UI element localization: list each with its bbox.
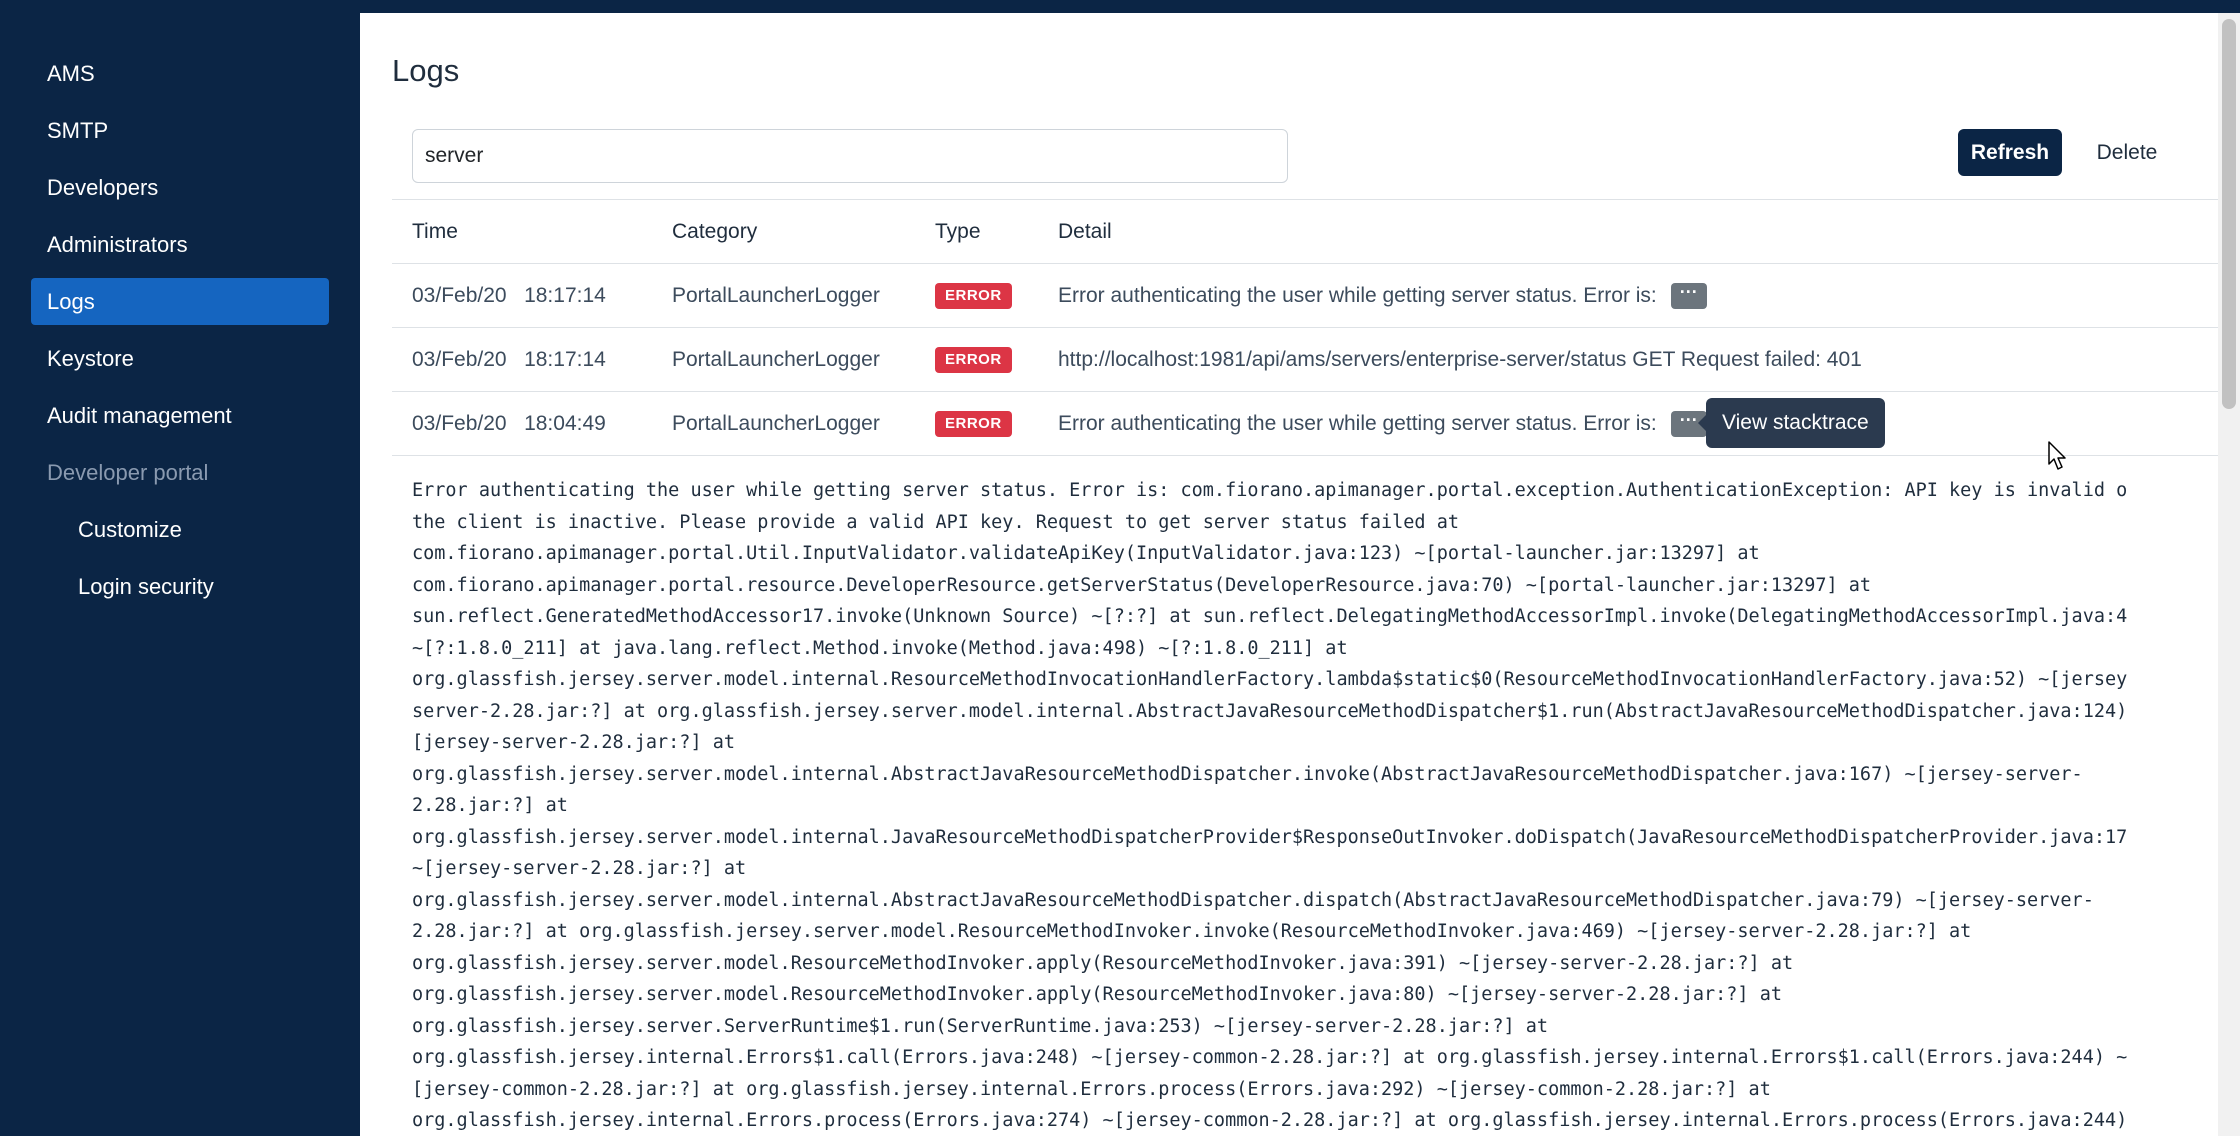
- row-category: PortalLauncherLogger: [672, 412, 880, 435]
- log-table: Time Category Type Detail 03/Feb/20 18:1…: [392, 199, 2218, 456]
- top-bar: [360, 0, 2240, 13]
- stacktrace-line: org.glassfish.jersey.server.ServerRuntim…: [412, 1015, 1549, 1037]
- stacktrace-line: Error authenticating the user while gett…: [412, 480, 2128, 501]
- column-header-category[interactable]: Category: [672, 200, 757, 264]
- stacktrace-line: org.glassfish.jersey.server.model.Resour…: [412, 984, 1782, 1005]
- error-badge: ERROR: [935, 347, 1012, 374]
- stacktrace-line: sun.reflect.GeneratedMethodAccessor17.in…: [412, 606, 2128, 627]
- stacktrace-line: com.fiorano.apimanager.portal.resource.D…: [412, 574, 1872, 596]
- stacktrace-line: org.glassfish.jersey.server.model.intern…: [412, 763, 2083, 785]
- stacktrace-line: ~[?:1.8.0_211] at java.lang.reflect.Meth…: [412, 637, 1348, 659]
- stacktrace-line: org.glassfish.jersey.server.model.intern…: [412, 889, 2094, 911]
- error-badge: ERROR: [935, 283, 1012, 310]
- sidebar: AMS SMTP Developers Administrators Logs …: [0, 0, 360, 1136]
- scrollbar-thumb[interactable]: [2222, 19, 2236, 409]
- table-row[interactable]: 03/Feb/20 18:04:49 PortalLauncherLogger …: [392, 391, 2218, 455]
- stacktrace-line: org.glassfish.jersey.internal.Errors$1.c…: [412, 1047, 2128, 1068]
- sidebar-item-keystore[interactable]: Keystore: [31, 335, 329, 382]
- error-badge: ERROR: [935, 411, 1012, 438]
- sidebar-section-developer-portal: Developer portal: [47, 460, 209, 485]
- delete-button[interactable]: Delete: [2072, 129, 2182, 176]
- stacktrace-line: org.glassfish.jersey.server.model.intern…: [412, 669, 2128, 690]
- sidebar-item-smtp[interactable]: SMTP: [31, 107, 329, 154]
- scrollbar[interactable]: [2218, 13, 2240, 1136]
- stacktrace-line: com.fiorano.apimanager.portal.Util.Input…: [412, 543, 1760, 564]
- column-header-type[interactable]: Type: [935, 200, 981, 264]
- column-header-time[interactable]: Time: [412, 200, 458, 264]
- table-divider: [392, 455, 2218, 456]
- row-detail-cell: Error authenticating the user while gett…: [1058, 392, 1707, 456]
- stacktrace-line: 2.28.jar:?] at org.glassfish.jersey.serv…: [412, 921, 1972, 942]
- row-type-cell: ERROR: [935, 328, 1012, 392]
- stacktrace-line: org.glassfish.jersey.server.model.intern…: [412, 826, 2128, 848]
- sidebar-item-logs[interactable]: Logs: [31, 278, 329, 325]
- row-detail-cell: http://localhost:1981/api/ams/servers/en…: [1058, 328, 1862, 392]
- main-content: Logs Refresh Delete Time Category Type D…: [360, 13, 2218, 1136]
- row-detail-cell: Error authenticating the user while gett…: [1058, 264, 1707, 328]
- row-category: PortalLauncherLogger: [672, 348, 880, 371]
- row-time: 03/Feb/20 18:17:14: [412, 284, 606, 307]
- stacktrace-line: [jersey-common-2.28.jar:?] at org.glassf…: [412, 1078, 1771, 1100]
- stacktrace-line: org.glassfish.jersey.internal.Errors.pro…: [412, 1110, 2128, 1131]
- column-header-detail[interactable]: Detail: [1058, 200, 1112, 264]
- sidebar-item-login-security[interactable]: Login security: [31, 563, 329, 610]
- row-category: PortalLauncherLogger: [672, 284, 880, 307]
- search-input[interactable]: [412, 129, 1288, 183]
- row-detail: http://localhost:1981/api/ams/servers/en…: [1058, 348, 1862, 371]
- table-row[interactable]: 03/Feb/20 18:17:14 PortalLauncherLogger …: [392, 263, 2218, 327]
- row-type-cell: ERROR: [935, 264, 1012, 328]
- table-row[interactable]: 03/Feb/20 18:17:14 PortalLauncherLogger …: [392, 327, 2218, 391]
- row-time: 03/Feb/20 18:04:49: [412, 412, 606, 435]
- sidebar-item-developers[interactable]: Developers: [31, 164, 329, 211]
- view-stacktrace-tooltip: View stacktrace: [1698, 398, 1885, 448]
- sidebar-item-administrators[interactable]: Administrators: [31, 221, 329, 268]
- stacktrace-text: Error authenticating the user while gett…: [412, 475, 2186, 1136]
- refresh-button[interactable]: Refresh: [1958, 129, 2062, 176]
- stacktrace-line: ~[jersey-server-2.28.jar:?] at: [412, 858, 747, 879]
- stacktrace-line: server-2.28.jar:?] at org.glassfish.jers…: [412, 700, 2128, 722]
- stacktrace-line: the client is inactive. Please provide a…: [412, 511, 1459, 533]
- table-header: Time Category Type Detail: [392, 199, 2218, 263]
- sidebar-item-audit-management[interactable]: Audit management: [31, 392, 329, 439]
- sidebar-item-customize[interactable]: Customize: [31, 506, 329, 553]
- row-detail: Error authenticating the user while gett…: [1058, 284, 1657, 307]
- row-detail: Error authenticating the user while gett…: [1058, 412, 1657, 435]
- sidebar-item-ams[interactable]: AMS: [31, 50, 329, 97]
- stacktrace-line: org.glassfish.jersey.server.model.Resour…: [412, 952, 1794, 974]
- row-time: 03/Feb/20 18:17:14: [412, 348, 606, 371]
- page-title: Logs: [392, 53, 460, 88]
- more-horizontal-icon[interactable]: ···: [1670, 283, 1707, 310]
- stacktrace-line: [jersey-server-2.28.jar:?] at: [412, 732, 736, 753]
- row-type-cell: ERROR: [935, 392, 1012, 456]
- stacktrace-line: 2.28.jar:?] at: [412, 795, 568, 816]
